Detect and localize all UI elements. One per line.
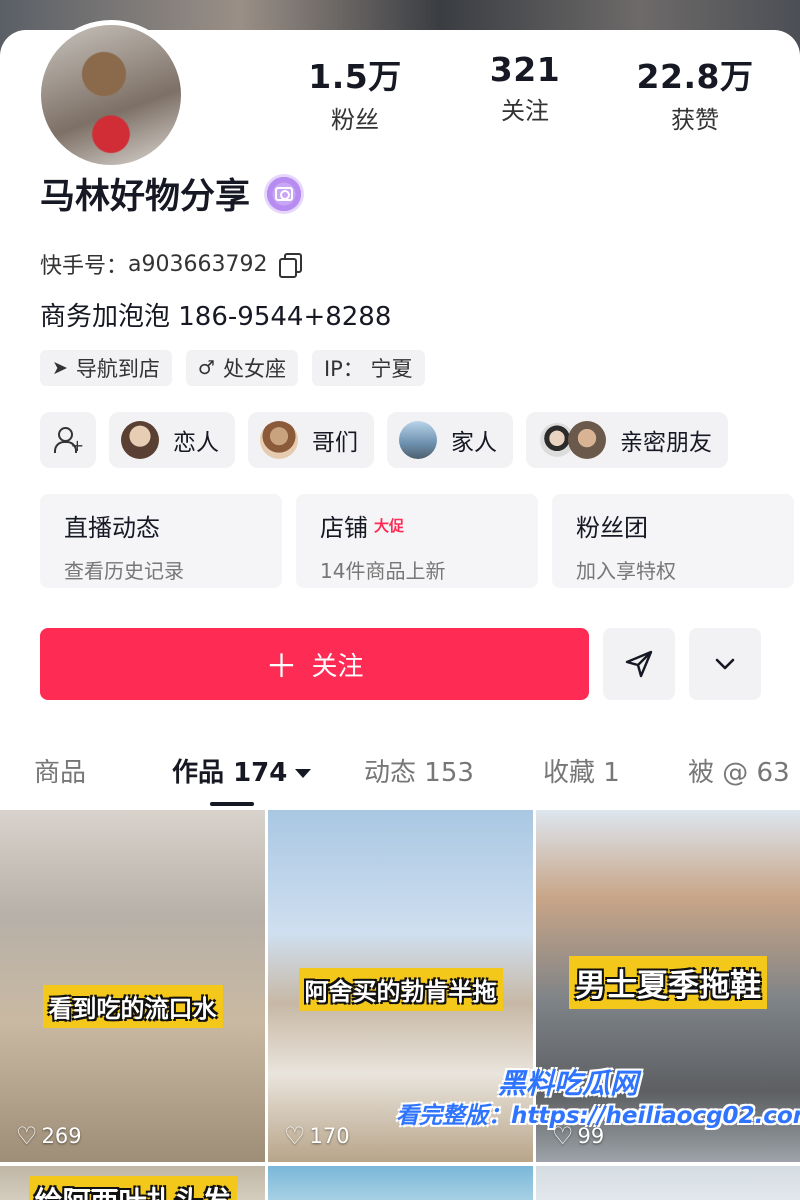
service-cards: 直播动态 查看历史记录 店铺 大促 14件商品上新 粉丝团 加入享特权: [40, 494, 796, 588]
tab-label: 商品: [34, 758, 87, 788]
card-subtitle: 14件商品上新: [320, 559, 446, 583]
user-id: a903663792: [128, 251, 268, 277]
stat-label: 关注: [501, 97, 549, 125]
like-count: ♡ 170: [284, 1122, 350, 1150]
relation-label: 亲密朋友: [620, 430, 712, 456]
tag-ip-location: IP： 宁夏: [311, 350, 425, 386]
tab-count: 1: [603, 758, 620, 788]
relation-label: 恋人: [173, 430, 219, 456]
verified-badge-icon[interactable]: [264, 173, 305, 214]
video-thumbnail[interactable]: 给阿西叶扎头发: [0, 1166, 265, 1200]
add-friend-button[interactable]: +: [40, 412, 96, 468]
tab-label: 作品: [172, 758, 225, 788]
live-history-card[interactable]: 直播动态 查看历史记录: [40, 494, 282, 588]
tab-label: 收藏: [543, 758, 596, 788]
watermark-url: 看完整版：https://heiliaocg02.com: [396, 1103, 800, 1129]
video-grid: 看到吃的流口水 ♡ 269 阿舍买的勃肯半拖 ♡ 170 男士夏季拖鞋 ♡ 99…: [0, 810, 800, 1200]
copy-icon[interactable]: [279, 253, 303, 278]
stat-value: 22.8万: [636, 57, 754, 96]
tag-navigate-to-store[interactable]: ➤ 导航到店: [40, 350, 172, 386]
tab-label: 被 @: [688, 758, 749, 788]
content-tabs: 商品 作品 174 动态 153 收藏 1 被 @ 63: [0, 742, 800, 808]
profile-name-row: 马林好物分享: [40, 168, 305, 219]
more-options-button[interactable]: [689, 628, 761, 700]
like-count-value: 170: [309, 1124, 350, 1148]
action-row: ＋ 关注: [40, 628, 761, 700]
follow-button[interactable]: ＋ 关注: [40, 628, 589, 700]
relation-family[interactable]: 家人: [387, 412, 513, 468]
heart-icon: ♡: [16, 1122, 38, 1150]
add-person-icon: +: [54, 426, 84, 454]
tab-count: 153: [424, 758, 474, 788]
avatar[interactable]: [36, 20, 186, 170]
tag-label: IP： 宁夏: [323, 357, 413, 381]
video-thumbnail[interactable]: [536, 1166, 800, 1200]
relation-buddy[interactable]: 哥们: [248, 412, 374, 468]
heart-icon: ♡: [284, 1122, 306, 1150]
profile-name: 马林好物分享: [40, 177, 251, 217]
male-symbol-icon: ♂: [197, 357, 215, 379]
card-title: 粉丝团: [576, 514, 648, 542]
avatar: [399, 421, 437, 459]
profile-tags: ➤ 导航到店 ♂ 处女座 IP： 宁夏: [40, 350, 425, 386]
relation-lover[interactable]: 恋人: [109, 412, 235, 468]
tab-mentioned[interactable]: 被 @ 63: [688, 752, 790, 789]
like-count: ♡ 269: [16, 1122, 82, 1150]
plus-icon: ＋: [265, 647, 298, 685]
tab-label: 动态: [364, 758, 417, 788]
relation-label: 家人: [451, 430, 497, 456]
tab-products[interactable]: 商品: [34, 752, 86, 789]
stat-value: 1.5万: [308, 57, 402, 96]
relation-close-friends[interactable]: 亲密朋友: [526, 412, 728, 468]
tab-count: 63: [756, 758, 790, 788]
like-count-value: 269: [41, 1124, 82, 1148]
tab-moments[interactable]: 动态 153: [364, 752, 474, 789]
fan-club-card[interactable]: 粉丝团 加入享特权: [552, 494, 794, 588]
stat-label: 获赞: [671, 106, 719, 134]
card-title: 直播动态: [64, 514, 160, 542]
caret-down-icon: [295, 769, 312, 778]
stat-likes[interactable]: 22.8万 获赞: [610, 50, 780, 135]
user-id-row: 快手号： a903663792: [40, 248, 303, 280]
tag-label: 处女座: [222, 357, 286, 381]
video-caption: 男士夏季拖鞋: [569, 956, 767, 1009]
tag-zodiac: ♂ 处女座: [185, 350, 298, 386]
video-caption: 阿舍买的勃肯半拖: [298, 968, 503, 1011]
card-subtitle: 查看历史记录: [64, 559, 184, 583]
profile-card: 1.5万 粉丝 321 关注 22.8万 获赞 马林好物分享 快手号： a903…: [0, 20, 800, 1200]
navigation-arrow-icon: ➤: [52, 357, 68, 379]
stat-label: 粉丝: [331, 106, 379, 134]
card-title: 店铺: [320, 514, 368, 542]
active-tab-indicator: [210, 802, 254, 806]
follow-label: 关注: [311, 651, 364, 682]
stat-following[interactable]: 321 关注: [440, 50, 610, 135]
stat-value: 321: [489, 50, 561, 89]
tag-label: 导航到店: [75, 357, 160, 381]
video-caption: 看到吃的流口水: [42, 985, 223, 1028]
video-thumbnail[interactable]: [268, 1166, 533, 1200]
video-thumbnail[interactable]: 看到吃的流口水 ♡ 269: [0, 810, 265, 1162]
promo-badge: 大促: [374, 517, 405, 535]
video-caption: 给阿西叶扎头发: [28, 1176, 237, 1200]
relation-label: 哥们: [312, 430, 358, 456]
stats-bar: 1.5万 粉丝 321 关注 22.8万 获赞: [270, 50, 780, 135]
card-subtitle: 加入享特权: [576, 559, 676, 583]
send-icon: [625, 650, 653, 678]
avatar: [260, 421, 298, 459]
avatar: [121, 421, 159, 459]
tab-favorites[interactable]: 收藏 1: [543, 752, 620, 789]
send-message-button[interactable]: [603, 628, 675, 700]
relationship-row: + 恋人 哥们 家人 亲密朋友: [40, 412, 728, 468]
stat-followers[interactable]: 1.5万 粉丝: [270, 50, 440, 135]
tab-works[interactable]: 作品 174: [172, 752, 312, 789]
store-card[interactable]: 店铺 大促 14件商品上新: [296, 494, 538, 588]
user-id-label: 快手号：: [40, 254, 129, 279]
chevron-down-icon: [715, 658, 735, 670]
avatar: [568, 421, 606, 459]
profile-bio: 商务加泡泡 186-9544+8288: [40, 302, 392, 332]
tab-count: 174: [233, 758, 288, 788]
